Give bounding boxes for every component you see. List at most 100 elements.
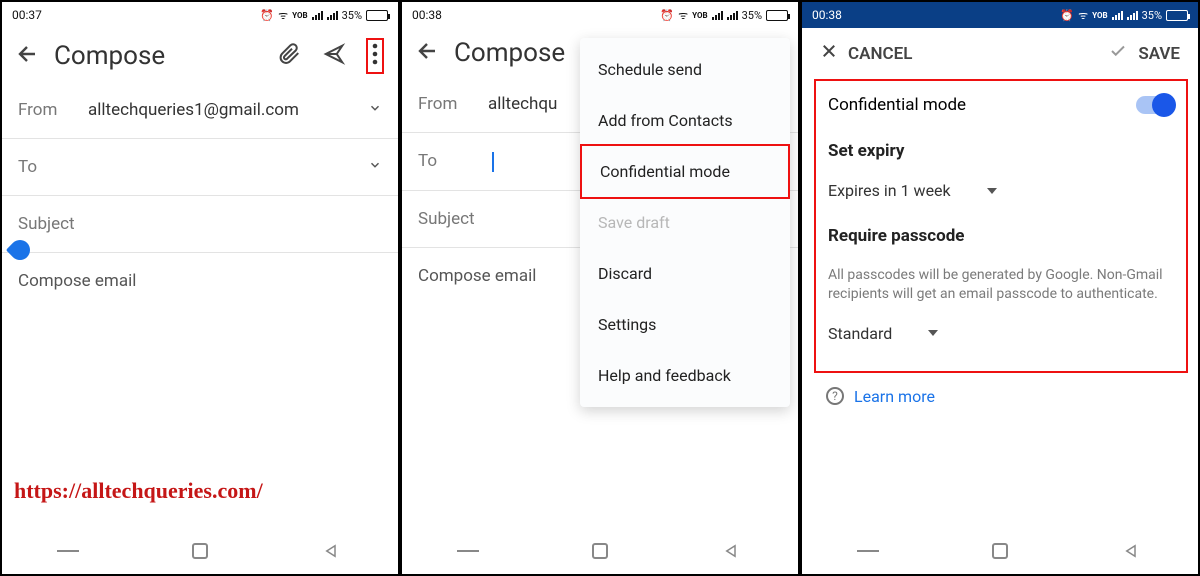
- menu-item-add-from-contacts[interactable]: Add from Contacts: [580, 95, 790, 146]
- overflow-menu: Schedule send Add from Contacts Confiden…: [580, 38, 790, 407]
- status-bar: 00:38 ⏰ ᯤ YOB 35%: [802, 2, 1198, 28]
- to-row[interactable]: To: [2, 139, 398, 196]
- chevron-down-icon: [368, 157, 382, 177]
- screenshot-3-confidential-mode: 00:38 ⏰ ᯤ YOB 35% CANCEL SAVE Confidenti…: [800, 0, 1200, 576]
- menu-item-discard[interactable]: Discard: [580, 248, 790, 299]
- save-label: SAVE: [1138, 44, 1180, 64]
- status-icons: ⏰ ᯤ YOB 35%: [1060, 8, 1188, 23]
- signal-icon: [712, 10, 723, 20]
- watermark: https://alltechqueries.com/: [14, 478, 263, 504]
- toggle-on-icon[interactable]: [1136, 96, 1174, 114]
- status-bar: 00:38 ⏰ ᯤ YOB 35%: [402, 2, 798, 28]
- require-passcode-title: Require passcode: [826, 210, 1176, 256]
- confidential-mode-toggle-row[interactable]: Confidential mode: [826, 85, 1176, 125]
- screenshot-1-compose: 00:37 ⏰ ᯤ YOB 35% Compose: [0, 0, 400, 576]
- wifi-icon: ᯤ: [678, 8, 688, 23]
- battery-text: 35%: [1142, 9, 1162, 22]
- back-button[interactable]: [1121, 540, 1143, 562]
- compose-header: Compose: [2, 28, 398, 82]
- send-icon[interactable]: [322, 43, 346, 69]
- clock: 00:38: [812, 8, 842, 22]
- attach-icon[interactable]: [278, 43, 302, 69]
- set-expiry-title: Set expiry: [826, 125, 1176, 171]
- battery-text: 35%: [342, 9, 362, 22]
- save-button[interactable]: SAVE: [1108, 42, 1180, 65]
- battery-text: 35%: [742, 9, 762, 22]
- recent-apps-button[interactable]: [457, 540, 479, 562]
- battery-icon: [366, 10, 388, 21]
- wifi-icon: ᯤ: [1078, 8, 1088, 23]
- back-button[interactable]: [721, 540, 743, 562]
- dropdown-arrow-icon: [928, 330, 938, 336]
- signal-icon-2: [1127, 10, 1138, 20]
- status-bar: 00:37 ⏰ ᯤ YOB 35%: [2, 2, 398, 28]
- screenshot-2-menu: 00:38 ⏰ ᯤ YOB 35% Compose From alltechqu…: [400, 0, 800, 576]
- menu-item-save-draft: Save draft: [580, 197, 790, 248]
- confidential-actionbar: CANCEL SAVE: [802, 28, 1198, 75]
- learn-more-link[interactable]: ? Learn more: [802, 373, 1198, 406]
- body-placeholder: Compose email: [418, 266, 536, 286]
- chevron-down-icon: [368, 100, 382, 120]
- subject-placeholder: Subject: [418, 209, 475, 229]
- battery-icon: [766, 10, 788, 21]
- subject-placeholder: Subject: [18, 214, 75, 234]
- home-button[interactable]: [589, 540, 611, 562]
- text-caret-icon: [492, 152, 494, 172]
- status-icons: ⏰ ᯤ YOB 35%: [660, 8, 788, 23]
- clock: 00:37: [12, 8, 42, 22]
- to-label: To: [418, 151, 488, 171]
- recent-apps-button[interactable]: [857, 540, 879, 562]
- passcode-dropdown[interactable]: Standard: [826, 314, 1176, 353]
- status-icons: ⏰ ᯤ YOB 35%: [260, 8, 388, 23]
- home-button[interactable]: [189, 540, 211, 562]
- home-button[interactable]: [989, 540, 1011, 562]
- passcode-value: Standard: [828, 324, 892, 343]
- more-icon[interactable]: [371, 50, 379, 69]
- more-menu-highlight: [366, 38, 384, 74]
- expiry-value: Expires in 1 week: [828, 181, 951, 200]
- signal-icon-2: [327, 10, 338, 20]
- menu-item-help[interactable]: Help and feedback: [580, 350, 790, 401]
- back-icon[interactable]: [416, 39, 440, 67]
- cancel-button[interactable]: CANCEL: [820, 42, 912, 65]
- subject-input[interactable]: Subject: [2, 196, 398, 253]
- passcode-description: All passcodes will be generated by Googl…: [826, 256, 1176, 314]
- menu-item-settings[interactable]: Settings: [580, 299, 790, 350]
- clock: 00:38: [412, 8, 442, 22]
- recent-apps-button[interactable]: [57, 540, 79, 562]
- battery-icon: [1166, 10, 1188, 21]
- android-nav-bar: [402, 528, 798, 574]
- menu-item-schedule-send[interactable]: Schedule send: [580, 44, 790, 95]
- to-label: To: [18, 157, 88, 177]
- alarm-icon: ⏰: [1060, 9, 1074, 22]
- back-icon[interactable]: [16, 42, 40, 70]
- body-input[interactable]: Compose email: [2, 253, 398, 309]
- net-label: YOB: [692, 11, 707, 20]
- check-icon: [1108, 42, 1128, 65]
- signal-icon: [1112, 10, 1123, 20]
- wifi-icon: ᯤ: [278, 8, 288, 23]
- menu-item-confidential-mode[interactable]: Confidential mode: [580, 144, 790, 199]
- net-label: YOB: [1092, 11, 1107, 20]
- alarm-icon: ⏰: [260, 9, 274, 22]
- signal-icon: [312, 10, 323, 20]
- signal-icon-2: [727, 10, 738, 20]
- learn-more-label: Learn more: [854, 387, 935, 406]
- net-label: YOB: [292, 11, 307, 20]
- from-label: From: [418, 94, 488, 114]
- cancel-label: CANCEL: [848, 44, 912, 64]
- expiry-dropdown[interactable]: Expires in 1 week: [826, 171, 1176, 210]
- back-button[interactable]: [321, 540, 343, 562]
- close-icon: [820, 42, 838, 65]
- page-title: Compose: [54, 41, 264, 71]
- android-nav-bar: [2, 528, 398, 574]
- help-icon: ?: [826, 387, 844, 405]
- from-value: alltechqueries1@gmail.com: [88, 100, 368, 120]
- from-label: From: [18, 100, 88, 120]
- body-placeholder: Compose email: [18, 271, 136, 291]
- confidential-mode-label: Confidential mode: [828, 95, 966, 115]
- alarm-icon: ⏰: [660, 9, 674, 22]
- android-nav-bar: [802, 528, 1198, 574]
- from-row[interactable]: From alltechqueries1@gmail.com: [2, 82, 398, 139]
- dropdown-arrow-icon: [987, 188, 997, 194]
